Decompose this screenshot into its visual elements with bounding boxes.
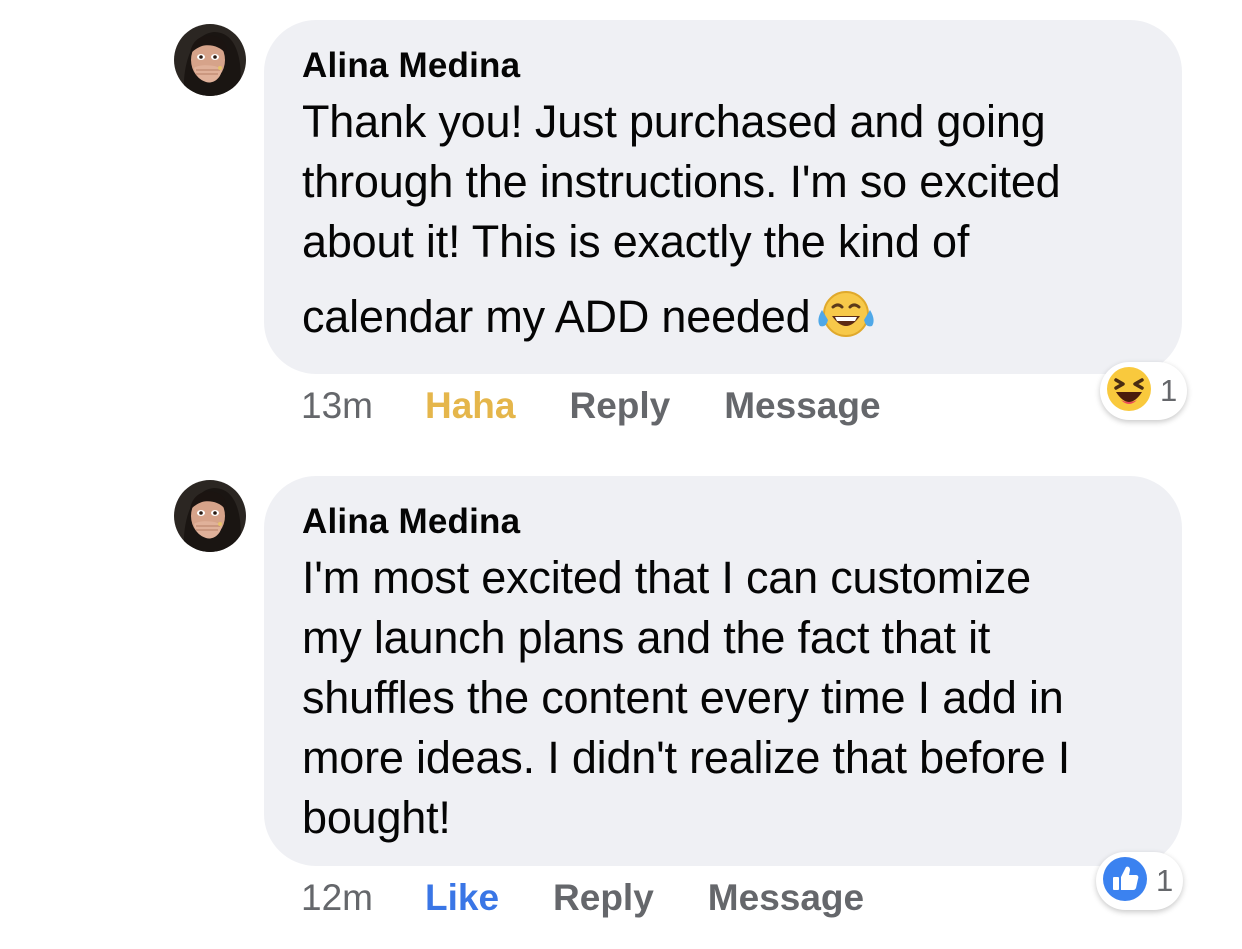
like-button[interactable]: Like	[425, 874, 499, 922]
comment-text-line: calendar my ADD needed	[302, 291, 811, 342]
comment-text-line: I'm most excited that I can customize	[302, 552, 1031, 603]
avatar[interactable]	[174, 24, 246, 96]
comment-actions: 13m Haha Reply Message	[301, 382, 935, 430]
comment-text-line: Thank you! Just purchased and going	[302, 96, 1046, 147]
comment-text-line: bought!	[302, 792, 451, 843]
comment-bubble: Alina Medina Thank you! Just purchased a…	[264, 20, 1182, 374]
comment-actions: 12m Like Reply Message	[301, 874, 918, 922]
comment-text-line: more ideas. I didn't realize that before…	[302, 732, 1071, 783]
like-reaction-icon	[1100, 854, 1150, 909]
reaction-count: 1	[1156, 863, 1174, 898]
message-button[interactable]: Message	[724, 382, 880, 430]
comment-text-line-with-emoji: calendar my ADD needed	[302, 286, 1146, 357]
reply-button[interactable]: Reply	[553, 874, 654, 922]
reply-button[interactable]: Reply	[569, 382, 670, 430]
reaction-summary[interactable]: 1	[1096, 852, 1184, 910]
comment-timestamp[interactable]: 13m	[301, 382, 373, 430]
avatar[interactable]	[174, 480, 246, 552]
tears-of-joy-emoji-icon	[816, 286, 876, 357]
comment-bubble: Alina Medina I'm most excited that I can…	[264, 476, 1182, 866]
haha-reaction-icon	[1104, 364, 1154, 419]
reaction-summary[interactable]: 1	[1100, 362, 1188, 420]
comment-timestamp[interactable]: 12m	[301, 874, 373, 922]
reaction-count: 1	[1160, 373, 1178, 408]
message-button[interactable]: Message	[708, 874, 864, 922]
comment-text: Thank you! Just purchased and going thro…	[302, 92, 1146, 357]
comment-author[interactable]: Alina Medina	[302, 502, 1146, 542]
comment-text-line: through the instructions. I'm so excited	[302, 156, 1061, 207]
comment-text-line: about it! This is exactly the kind of	[302, 216, 970, 267]
comment-author[interactable]: Alina Medina	[302, 46, 1146, 86]
haha-button[interactable]: Haha	[425, 382, 515, 430]
comment-text-line: my launch plans and the fact that it	[302, 612, 991, 663]
comment-text: I'm most excited that I can customize my…	[302, 548, 1146, 848]
comment-text-line: shuffles the content every time I add in	[302, 672, 1064, 723]
